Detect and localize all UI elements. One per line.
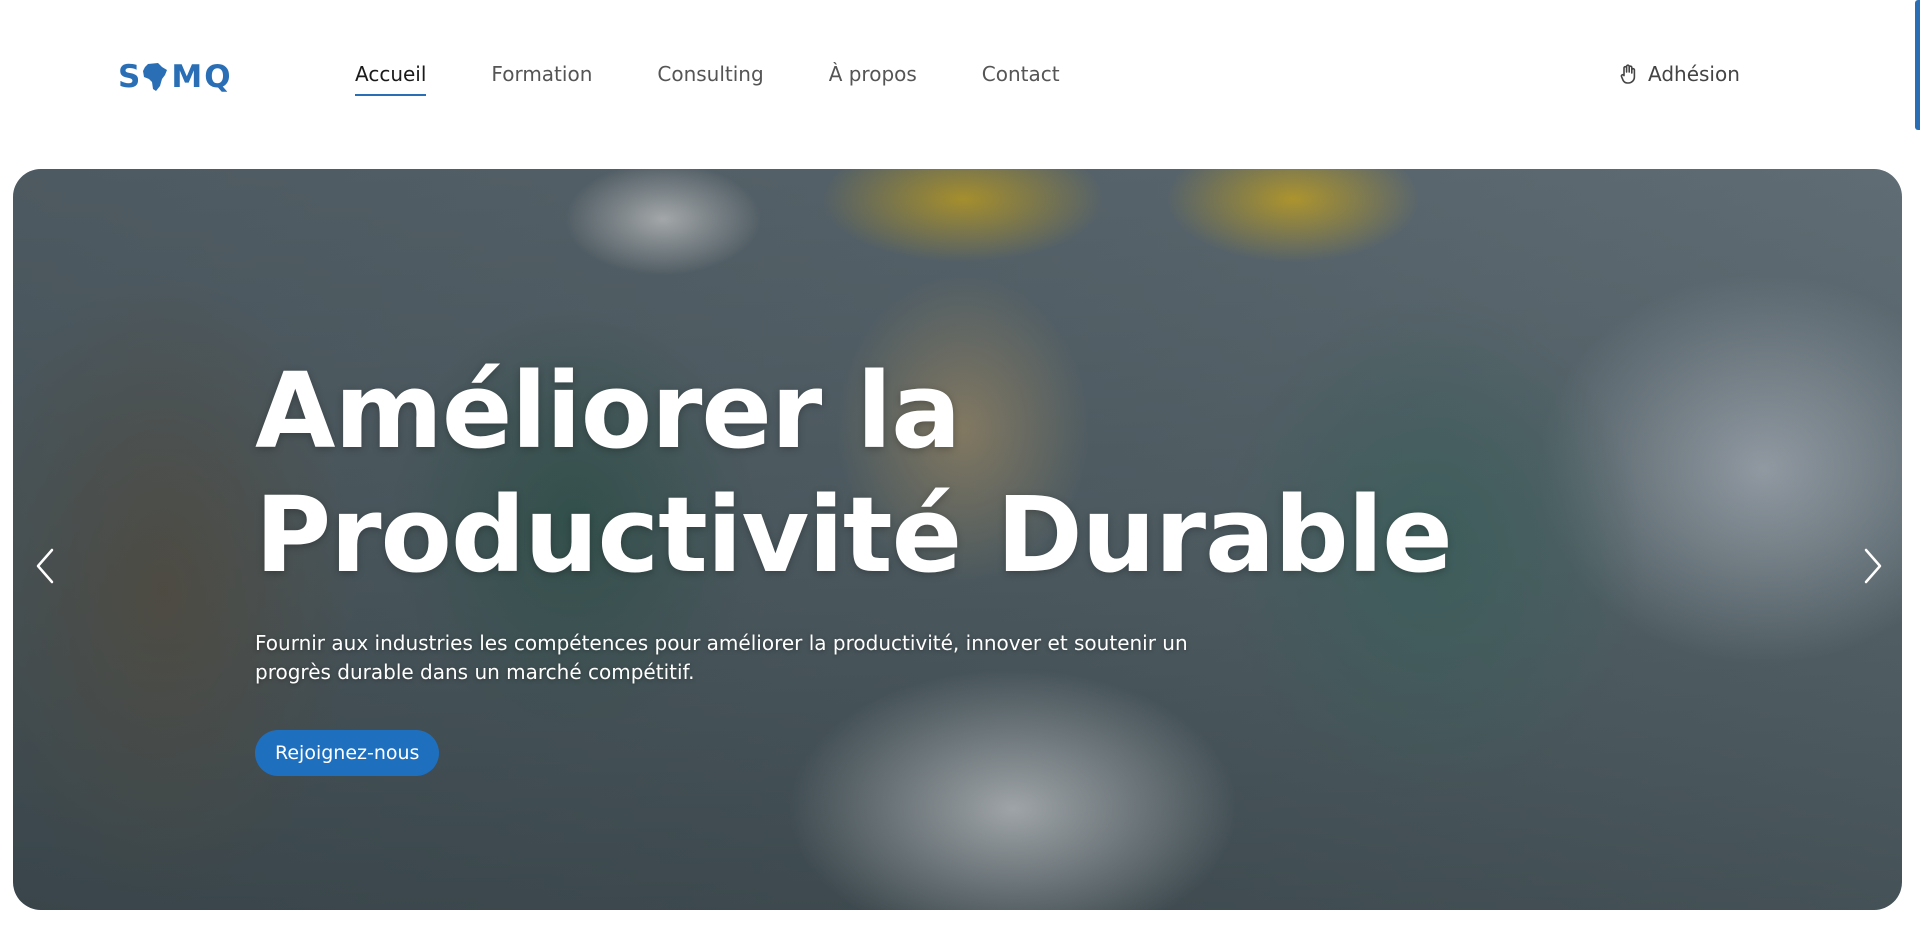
adhesion-label: Adhésion	[1648, 62, 1740, 86]
hero-title: Améliorer la Productivité Durable	[255, 350, 1453, 596]
join-us-button[interactable]: Rejoignez-nous	[255, 730, 440, 776]
nav-item-consulting[interactable]: Consulting	[657, 62, 763, 96]
logo-letter-m: M	[171, 59, 202, 95]
scrollbar[interactable]	[1915, 0, 1920, 130]
main-nav: Accueil Formation Consulting À propos Co…	[355, 62, 1125, 96]
nav-item-a-propos[interactable]: À propos	[829, 62, 917, 96]
logo-letter-q: Q	[204, 59, 230, 95]
site-header: S M Q Accueil Formation Consulting À pro…	[0, 0, 1920, 155]
adhesion-link[interactable]: Adhésion	[1620, 62, 1740, 86]
nav-item-accueil[interactable]: Accueil	[355, 62, 427, 96]
carousel-prev-button[interactable]	[25, 541, 65, 591]
chevron-right-icon	[1864, 548, 1882, 584]
hand-icon	[1620, 64, 1636, 84]
chevron-left-icon	[36, 548, 54, 584]
logo-letter-s: S	[118, 59, 140, 95]
hero-carousel: Améliorer la Productivité Durable Fourni…	[13, 169, 1902, 910]
hero-subtitle: Fournir aux industries les compétences p…	[255, 631, 1188, 684]
carousel-next-button[interactable]	[1853, 541, 1893, 591]
nav-item-contact[interactable]: Contact	[982, 62, 1060, 96]
logo[interactable]: S M Q	[118, 59, 231, 95]
africa-icon	[143, 63, 168, 91]
nav-item-formation[interactable]: Formation	[491, 62, 592, 96]
